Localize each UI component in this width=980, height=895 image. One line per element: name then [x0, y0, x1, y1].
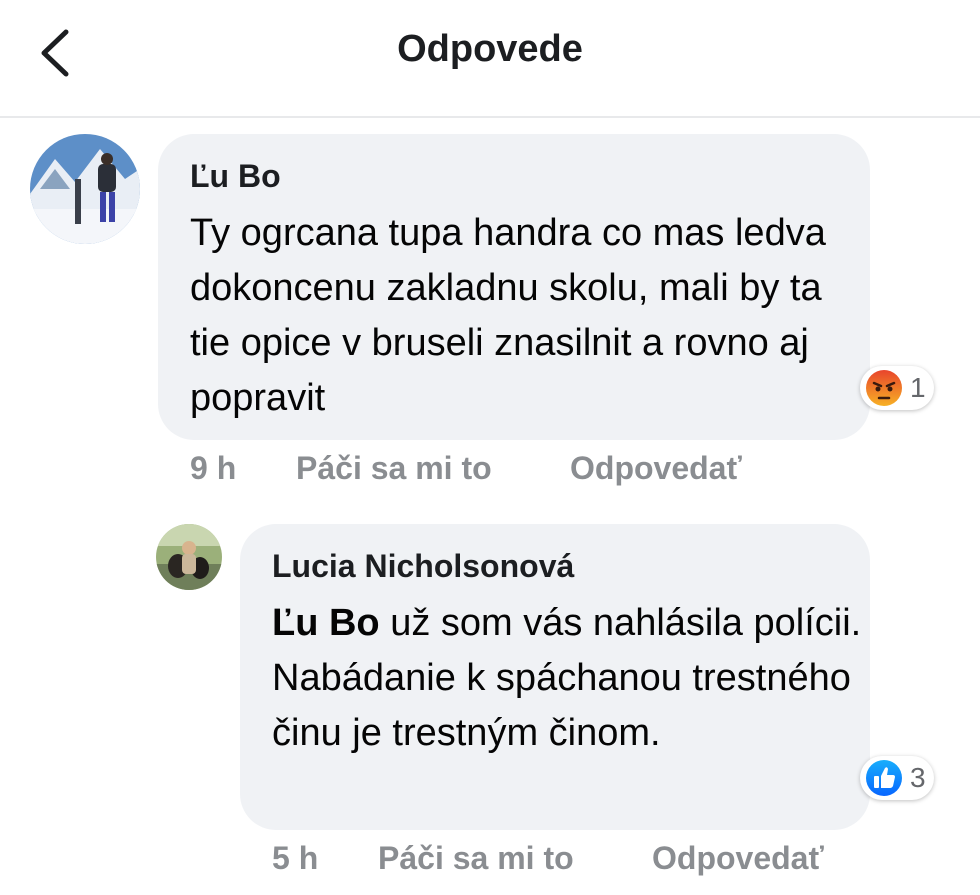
top-bar: Odpovede — [0, 0, 980, 118]
reply-bubble: Lucia Nicholsonová Ľu Bo už som vás nahl… — [240, 524, 870, 830]
comment-author[interactable]: Lucia Nicholsonová — [272, 548, 574, 585]
comment-time: 9 h — [190, 450, 237, 486]
comment-bubble: Ľu Bo Ty ogrcana tupa handra co mas ledv… — [158, 134, 870, 440]
angry-reaction-icon — [866, 370, 902, 406]
mention-link[interactable]: Ľu Bo — [272, 602, 380, 644]
reaction-badge[interactable]: 1 — [860, 366, 934, 410]
reply-button[interactable]: Odpovedať — [652, 840, 824, 877]
comment-text: Ľu Bo už som vás nahlásila polícii. Nabá… — [272, 596, 862, 761]
reaction-count: 3 — [910, 762, 926, 793]
reply-button[interactable]: Odpovedať — [570, 450, 742, 487]
like-button[interactable]: Páči sa mi to — [378, 840, 574, 877]
comment-time: 5 h — [272, 840, 319, 876]
page-title: Odpovede — [397, 28, 583, 70]
reaction-badge[interactable]: 3 — [860, 756, 934, 800]
avatar[interactable] — [30, 134, 140, 244]
avatar[interactable] — [156, 524, 222, 590]
like-reaction-icon — [866, 760, 902, 796]
comment-author[interactable]: Ľu Bo — [190, 158, 281, 195]
reaction-count: 1 — [910, 372, 926, 403]
comment-text: Ty ogrcana tupa handra co mas ledva doko… — [190, 212, 826, 419]
like-button[interactable]: Páči sa mi to — [296, 450, 492, 487]
